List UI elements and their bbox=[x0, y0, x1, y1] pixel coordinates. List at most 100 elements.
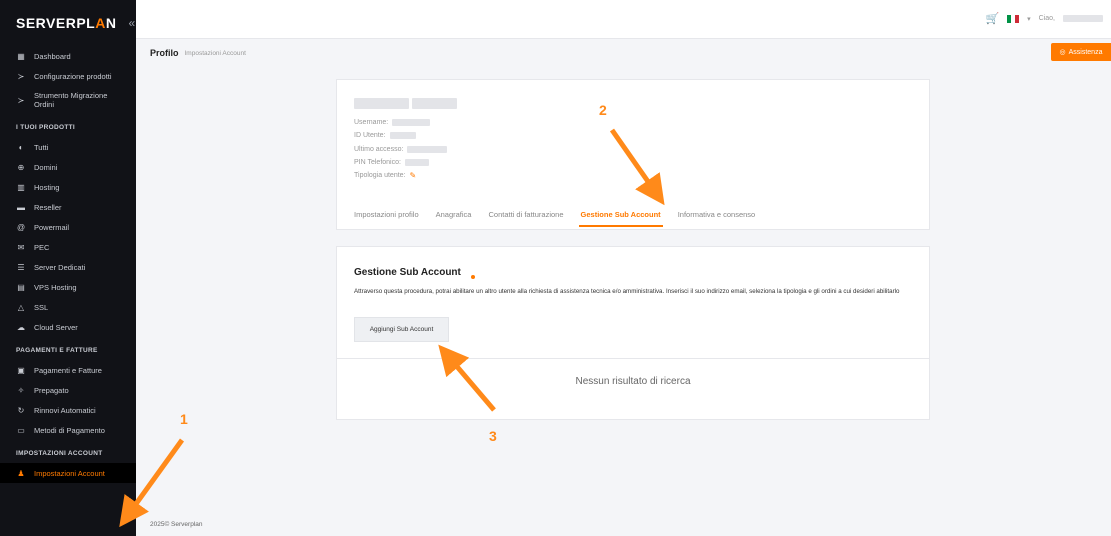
cloud-icon: ☁ bbox=[17, 322, 25, 332]
reseller-icon: ▬ bbox=[17, 202, 25, 212]
edit-icon[interactable]: ✎ bbox=[410, 169, 417, 182]
sidebar-item-domini[interactable]: ⊕ Domini bbox=[0, 157, 136, 177]
sidebar-item-label: Hosting bbox=[34, 182, 60, 192]
sidebar-item-label: Server Dedicati bbox=[34, 262, 86, 272]
annotation-number-1: 1 bbox=[180, 411, 188, 427]
renewal-icon: ↻ bbox=[17, 405, 25, 415]
language-flag-icon[interactable] bbox=[1007, 14, 1020, 23]
sidebar-item-rinnovi[interactable]: ↻ Rinnovi Automatici bbox=[0, 400, 136, 420]
topbar: 🛒 ▾ Ciao, bbox=[136, 0, 1111, 39]
tab-gestione-sub-account[interactable]: Gestione Sub Account bbox=[578, 210, 663, 227]
sidebar-item-pec[interactable]: ✉ PEC bbox=[0, 237, 136, 257]
sidebar-item-label: Dashboard bbox=[34, 51, 71, 61]
breadcrumb-current: Impostazioni Account bbox=[184, 49, 246, 57]
sidebar-item-pagamenti[interactable]: ▣ Pagamenti e Fatture bbox=[0, 360, 136, 380]
annotation-number-3: 3 bbox=[489, 428, 497, 444]
divider bbox=[337, 358, 929, 359]
serverplan-logo[interactable]: SERVERPLAN bbox=[16, 15, 116, 31]
greeting: Ciao, bbox=[1038, 15, 1055, 22]
section-settings: IMPOSTAZIONI ACCOUNT bbox=[16, 450, 103, 457]
profile-field-username: Username: bbox=[354, 116, 447, 129]
topbar-right: 🛒 ▾ Ciao, bbox=[985, 12, 1103, 25]
language-chevron-icon[interactable]: ▾ bbox=[1027, 15, 1031, 23]
add-sub-account-button[interactable]: Aggiungi Sub Account bbox=[354, 317, 449, 342]
profile-info: Username: ID Utente: Ultimo accesso: PIN… bbox=[354, 116, 448, 182]
prepaid-icon: ✧ bbox=[17, 385, 25, 395]
server-icon: ☰ bbox=[17, 262, 25, 272]
subaccount-card: Gestione Sub Account Attraverso questa p… bbox=[336, 246, 930, 420]
section-payments: PAGAMENTI E FATTURE bbox=[16, 347, 98, 354]
assistenza-button[interactable]: ◎ Assistenza bbox=[1051, 43, 1111, 61]
sidebar-item-ssl[interactable]: △ SSL bbox=[0, 297, 136, 317]
footer-copyright: 2025© Serverplan bbox=[150, 521, 203, 528]
assistenza-label: Assistenza bbox=[1068, 48, 1103, 56]
sidebar-item-label: Tutti bbox=[34, 142, 49, 152]
profile-card: Username: ID Utente: Ultimo accesso: PIN… bbox=[336, 79, 930, 230]
sidebar-item-label: PEC bbox=[34, 242, 50, 252]
sidebar-item-vps[interactable]: ▤ VPS Hosting bbox=[0, 277, 136, 297]
profile-field-pin: PIN Telefonico: bbox=[354, 156, 447, 169]
sidebar-item-label: Powermail bbox=[34, 222, 70, 232]
page-title: Profilo bbox=[150, 48, 179, 58]
sidebar-item-cloud[interactable]: ☁ Cloud Server bbox=[0, 317, 136, 337]
tab-informativa-consenso[interactable]: Informativa e consenso bbox=[678, 210, 756, 219]
profile-tabs: Impostazioni profilo Anagrafica Contatti… bbox=[354, 210, 756, 227]
invoice-icon: ▣ bbox=[17, 365, 25, 375]
sidebar-item-label: Metodi di Pagamento bbox=[34, 425, 105, 435]
subaccount-title: Gestione Sub Account bbox=[354, 267, 461, 278]
breadcrumb: Profilo Impostazioni Account bbox=[150, 48, 246, 58]
user-name-redacted[interactable] bbox=[1063, 15, 1103, 22]
arrow-1 bbox=[119, 438, 185, 528]
support-icon: ◎ bbox=[1059, 49, 1066, 56]
sidebar-item-configurazione[interactable]: ≻ Configurazione prodotti bbox=[0, 66, 136, 86]
sidebar-item-label: Reseller bbox=[34, 202, 62, 212]
tab-anagrafica[interactable]: Anagrafica bbox=[436, 210, 472, 219]
user-fullname-redacted bbox=[354, 98, 457, 109]
sidebar-item-server-dedicati[interactable]: ☰ Server Dedicati bbox=[0, 257, 136, 277]
profile-field-id: ID Utente: bbox=[354, 129, 447, 142]
user-settings-icon: ♟ bbox=[17, 468, 25, 478]
annotation-number-2: 2 bbox=[599, 102, 607, 118]
highlight-dot bbox=[471, 275, 475, 279]
vps-icon: ▤ bbox=[17, 282, 25, 292]
sidebar-item-powermail[interactable]: @ Powermail bbox=[0, 217, 136, 237]
sidebar-item-impostazioni-account[interactable]: ♟ Impostazioni Account bbox=[0, 463, 136, 483]
email-icon: @ bbox=[16, 222, 26, 232]
sidebar-item-label: Pagamenti e Fatture bbox=[34, 365, 102, 375]
collapse-sidebar-icon[interactable]: « bbox=[128, 16, 135, 30]
profile-field-tipologia: Tipologia utente: ✎ bbox=[354, 169, 447, 182]
sidebar-item-label: Strumento Migrazione Ordini bbox=[34, 91, 108, 109]
migration-icon: ≻ bbox=[17, 95, 25, 105]
subaccount-description: Attraverso questa procedura, potrai abil… bbox=[354, 288, 900, 295]
dashboard-icon: ▦ bbox=[17, 51, 25, 61]
sidebar-item-dashboard[interactable]: ▦ Dashboard bbox=[0, 46, 136, 66]
tab-contatti-fatturazione[interactable]: Contatti di fatturazione bbox=[488, 210, 563, 219]
config-icon: ≻ bbox=[17, 71, 25, 81]
sidebar-item-label: VPS Hosting bbox=[34, 282, 77, 292]
hosting-icon: ▥ bbox=[17, 182, 25, 192]
sidebar-item-migrazione[interactable]: ≻ Strumento Migrazione Ordini bbox=[0, 86, 136, 114]
sidebar-item-tutti[interactable]: ◐ Tutti bbox=[0, 137, 136, 157]
card-icon: ▭ bbox=[17, 425, 25, 435]
ssl-icon: △ bbox=[17, 302, 25, 312]
sidebar-item-label: Prepagato bbox=[34, 385, 69, 395]
sidebar-item-metodi[interactable]: ▭ Metodi di Pagamento bbox=[0, 420, 136, 440]
tab-impostazioni-profilo[interactable]: Impostazioni profilo bbox=[354, 210, 419, 219]
sidebar-item-label: SSL bbox=[34, 302, 49, 312]
pec-icon: ✉ bbox=[17, 242, 25, 252]
sidebar-item-label: Configurazione prodotti bbox=[34, 71, 112, 81]
profile-field-last-access: Ultimo accesso: bbox=[354, 143, 448, 156]
logo-row: SERVERPLAN « bbox=[0, 0, 136, 46]
empty-results: Nessun risultato di ricerca bbox=[575, 376, 691, 387]
sidebar-item-label: Impostazioni Account bbox=[34, 468, 105, 478]
sidebar: SERVERPLAN « ▦ Dashboard ≻ Configurazion… bbox=[0, 0, 136, 536]
sidebar-item-label: Rinnovi Automatici bbox=[34, 405, 96, 415]
sidebar-item-hosting[interactable]: ▥ Hosting bbox=[0, 177, 136, 197]
section-products: I TUOI PRODOTTI bbox=[16, 124, 76, 131]
sidebar-item-reseller[interactable]: ▬ Reseller bbox=[0, 197, 136, 217]
cart-icon[interactable]: 🛒 bbox=[985, 12, 999, 25]
sidebar-item-label: Cloud Server bbox=[34, 322, 78, 332]
all-icon: ◐ bbox=[18, 142, 24, 152]
domain-icon: ⊕ bbox=[17, 162, 25, 172]
sidebar-item-prepagato[interactable]: ✧ Prepagato bbox=[0, 380, 136, 400]
